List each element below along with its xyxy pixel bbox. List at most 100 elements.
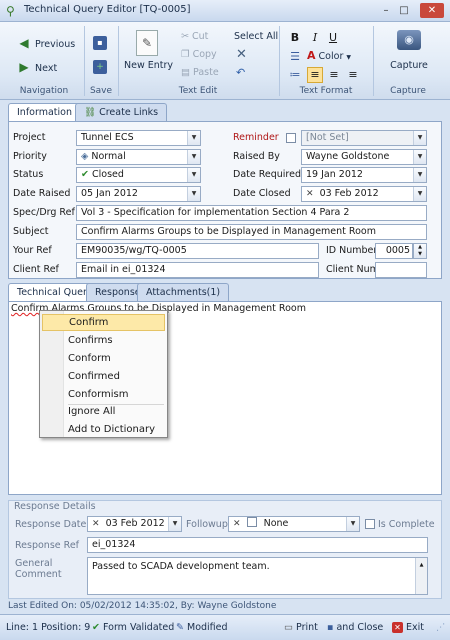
print-button[interactable]: ▭ Print [284, 622, 318, 633]
delete-icon[interactable]: ✕ [236, 47, 247, 62]
align-right-icon[interactable]: ≡ [345, 67, 361, 83]
bullet-list-icon[interactable]: ☰ [287, 49, 303, 65]
align-left-icon[interactable]: ≡ [307, 67, 323, 83]
response-date-picker[interactable]: ✕ 03 Feb 2012 ▼ [87, 516, 182, 532]
numbered-list-icon[interactable]: ≔ [287, 67, 303, 83]
tab-information[interactable]: Information [8, 103, 81, 122]
modified-label: Modified [187, 622, 228, 633]
paste-button[interactable]: ▤ Paste [181, 67, 219, 78]
maximize-button[interactable]: □ [396, 3, 412, 18]
is-complete-checkbox[interactable] [365, 519, 375, 529]
followup-select[interactable]: ✕ None ▼ [228, 516, 360, 532]
date-raised-picker[interactable]: 05 Jan 2012 ▼ [76, 186, 201, 202]
reminder-checkbox[interactable] [286, 133, 296, 143]
response-details-title: Response Details [12, 501, 98, 512]
menu-item-ignore-all[interactable]: Ignore All [42, 403, 165, 420]
previous-button[interactable]: ◀ Previous [16, 36, 75, 50]
menu-item-suggestion[interactable]: Conform [42, 350, 165, 367]
menu-item-suggestion[interactable]: Confirmed [42, 368, 165, 385]
close-window-button[interactable]: ✕ [420, 3, 444, 18]
client-num-field[interactable] [375, 262, 427, 278]
clear-icon[interactable]: ✕ [233, 519, 241, 529]
menu-item-suggestion[interactable]: Confirm [42, 314, 165, 331]
select-all-button[interactable]: Select All [234, 31, 278, 42]
color-button[interactable]: A Color ▼ [307, 49, 351, 62]
scissors-icon: ✂ [181, 31, 189, 42]
copy-button[interactable]: ❐ Copy [181, 49, 217, 60]
raised-by-value: Wayne Goldstone [306, 151, 390, 162]
response-ref-field[interactable]: ei_01324 [87, 537, 428, 553]
reminder-select[interactable]: [Not Set] ▼ [301, 130, 427, 146]
save-and-close-button[interactable]: ▪ and Close [327, 622, 383, 633]
followup-label: Followup [186, 519, 228, 530]
new-entry-label: New Entry [124, 60, 174, 71]
comment-scrollbar[interactable]: ▲▼ [415, 558, 427, 594]
subject-field[interactable]: Confirm Alarms Groups to be Displayed in… [76, 224, 427, 240]
validated-icon: ✔ [92, 622, 100, 633]
previous-label: Previous [35, 39, 76, 50]
date-required-value: 19 Jan 2012 [306, 169, 363, 180]
bold-button[interactable]: B [287, 30, 303, 46]
menu-item-suggestion[interactable]: Conformism [42, 386, 165, 403]
your-ref-field[interactable]: EM90035/wg/TQ-0005 [76, 243, 319, 259]
font-color-icon: A [307, 49, 316, 62]
general-comment-field[interactable]: Passed to SCADA development team. ▲▼ [87, 557, 428, 595]
tab-create-links[interactable]: ⛓ Create Links [75, 103, 168, 122]
underline-button[interactable]: U [325, 30, 341, 46]
date-required-picker[interactable]: 19 Jan 2012 ▼ [301, 167, 427, 183]
id-number-label: ID Number [326, 245, 378, 256]
general-comment-value: Passed to SCADA development team. [92, 561, 270, 572]
followup-value: None [263, 518, 289, 529]
text-edit-group-label: Text Edit [178, 86, 218, 96]
your-ref-label: Your Ref [13, 245, 52, 256]
general-comment-label: General Comment [15, 558, 62, 580]
menu-item-add-to-dictionary[interactable]: Add to Dictionary [42, 421, 165, 438]
spec-label: Spec/Drg Ref [13, 207, 75, 218]
tab-attachments[interactable]: Attachments(1) [137, 283, 230, 302]
exit-icon: ✕ [392, 622, 403, 633]
new-document-icon: ✎ [136, 30, 158, 56]
navigation-group-label: Navigation [19, 86, 69, 96]
date-closed-picker[interactable]: ✕ 03 Feb 2012 ▼ [301, 186, 427, 202]
save-icon[interactable]: ▪ [93, 36, 107, 50]
status-label: Status [13, 169, 44, 180]
client-ref-field[interactable]: Email in ei_01324 [76, 262, 319, 278]
save-new-icon[interactable]: + [93, 60, 107, 74]
ribbon-separator [373, 26, 374, 96]
id-number-spinner[interactable]: ▲ ▼ [413, 243, 427, 259]
cut-button[interactable]: ✂ Cut [181, 31, 208, 42]
align-center-icon[interactable]: ≡ [326, 67, 342, 83]
paste-label: Paste [193, 67, 219, 78]
capture-button[interactable]: ◉ Capture [380, 30, 438, 71]
new-entry-button[interactable]: ✎ New Entry [124, 30, 174, 71]
followup-checkbox[interactable] [246, 517, 257, 527]
text-format-group-label: Text Format [299, 86, 353, 96]
window-title: Technical Query Editor [TQ-0005] [24, 4, 191, 15]
priority-select[interactable]: ◈ Normal ▼ [76, 149, 201, 165]
clear-icon[interactable]: ✕ [92, 519, 100, 529]
undo-icon[interactable]: ↶ [236, 66, 245, 79]
resize-grip-icon[interactable]: ⋰ [436, 622, 446, 633]
date-raised-label: Date Raised [13, 188, 71, 199]
raised-by-select[interactable]: Wayne Goldstone ▼ [301, 149, 427, 165]
chevron-down-icon: ▼ [187, 150, 200, 164]
italic-button[interactable]: I [307, 30, 323, 46]
minimize-button[interactable]: – [378, 3, 394, 18]
color-label: Color [318, 51, 344, 62]
clear-icon[interactable]: ✕ [306, 189, 314, 199]
status-select[interactable]: ✔ Closed ▼ [76, 167, 201, 183]
next-button[interactable]: ▶ Next [16, 60, 57, 74]
status-value: Closed [92, 169, 124, 180]
arrow-left-icon: ◀ [19, 36, 29, 50]
save-group-label: Save [89, 86, 113, 96]
id-number-field[interactable]: 0005 [375, 243, 413, 259]
reminder-label: Reminder [233, 132, 279, 143]
exit-button[interactable]: ✕ Exit [392, 622, 424, 633]
project-select[interactable]: Tunnel ECS ▼ [76, 130, 201, 146]
arrow-right-icon: ▶ [19, 60, 29, 74]
chevron-down-icon: ▼ [187, 131, 200, 145]
paperclip-icon: ⚲ [6, 4, 15, 18]
tag-icon: ◈ [81, 151, 89, 162]
spec-field[interactable]: Vol 3 - Specification for implementation… [76, 205, 427, 221]
menu-item-suggestion[interactable]: Confirms [42, 332, 165, 349]
